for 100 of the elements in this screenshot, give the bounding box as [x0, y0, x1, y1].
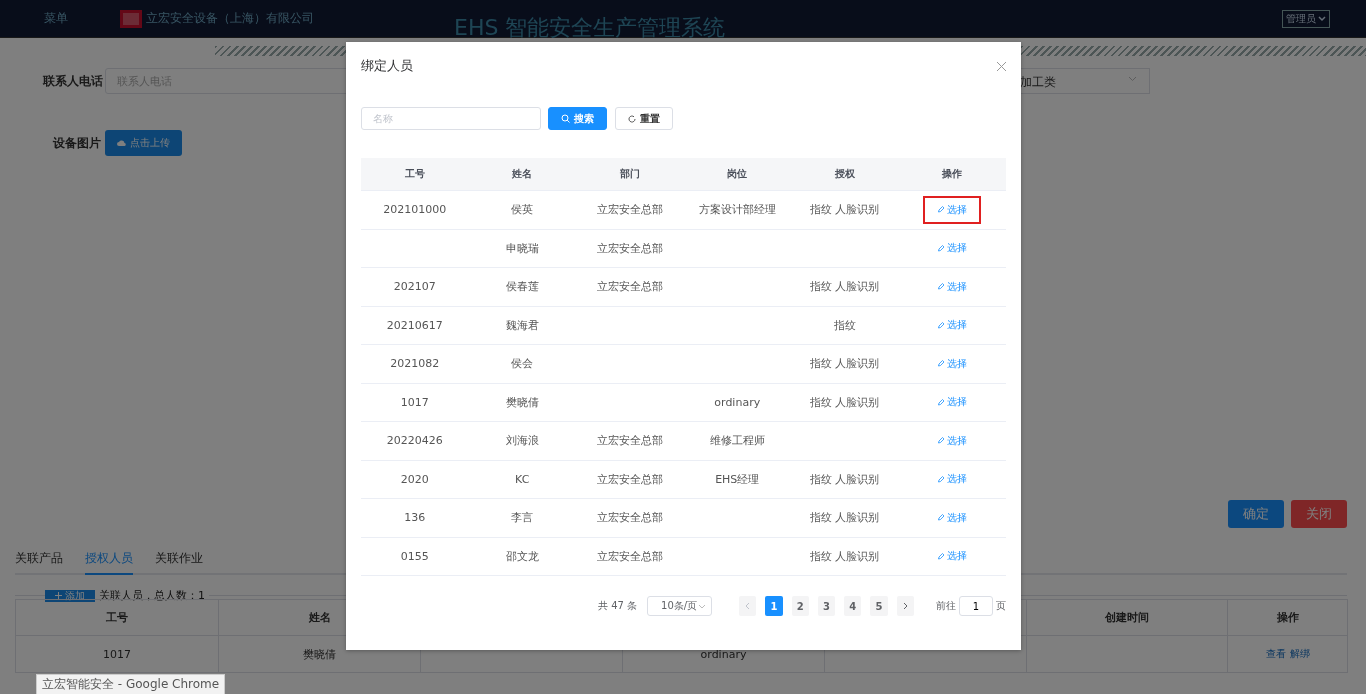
upload-button[interactable]: 点击上传 [105, 130, 182, 156]
table-cell: 立宏安全总部 [576, 537, 684, 576]
pencil-icon [937, 360, 946, 368]
chevron-down-icon [1318, 15, 1326, 22]
table-cell: 立宏安全总部 [576, 460, 684, 499]
page-button[interactable]: 5 [870, 596, 888, 616]
pencil-icon [937, 398, 946, 406]
table-cell: 20220426 [361, 422, 469, 461]
table-cell: 20210617 [361, 306, 469, 345]
page-suffix: 页 [996, 599, 1006, 613]
table-cell: 申晓瑞 [468, 229, 576, 268]
next-page-button[interactable] [896, 596, 914, 616]
search-icon [561, 114, 570, 123]
column-header: 授权 [791, 158, 899, 191]
table-cell: 立宏安全总部 [576, 499, 684, 538]
table-cell: 202107 [361, 268, 469, 307]
page-jump-field[interactable]: 1 [959, 596, 993, 616]
table-cell: 指纹 人脸识别 [791, 345, 899, 384]
table-cell: 指纹 人脸识别 [791, 537, 899, 576]
tab[interactable]: 关联产品 [15, 550, 63, 575]
select-link[interactable]: 选择 [937, 241, 968, 256]
table-cell: 指纹 人脸识别 [791, 499, 899, 538]
table-cell: 指纹 人脸识别 [791, 383, 899, 422]
table-cell: 2020 [361, 460, 469, 499]
chevron-down-icon [1128, 74, 1137, 83]
table-cell: KC [468, 460, 576, 499]
select-link[interactable]: 选择 [937, 472, 968, 487]
table-cell: 立宏安全总部 [576, 229, 684, 268]
column-header: 操作 [898, 158, 1006, 191]
plus-icon [55, 592, 62, 599]
select-link[interactable]: 选择 [937, 318, 968, 333]
table-cell: 指纹 人脸识别 [791, 268, 899, 307]
user-dropdown[interactable]: 管理员 [1282, 9, 1330, 28]
table-cell: 刘海浪 [468, 422, 576, 461]
table-cell: 樊晓倩 [468, 383, 576, 422]
table-cell: 魏海君 [468, 306, 576, 345]
table-cell: EHS经理 [683, 460, 791, 499]
column-header: 部门 [576, 158, 684, 191]
goto-label: 前往 [936, 599, 956, 613]
table-cell: 1017 [16, 636, 219, 673]
chevron-right-icon [902, 602, 908, 610]
column-header: 姓名 [468, 158, 576, 191]
table-cell: 指纹 [791, 306, 899, 345]
chevron-down-icon [697, 603, 706, 609]
pencil-icon [937, 206, 946, 214]
select-link[interactable]: 选择 [937, 549, 968, 564]
page-button[interactable]: 2 [791, 596, 809, 616]
app-title: EHS 智能安全生产管理系统 [454, 13, 726, 42]
menu-link[interactable]: 菜单 [44, 10, 68, 27]
select-link[interactable]: 选择 [937, 510, 968, 525]
cloud-icon [117, 139, 126, 147]
page-size-select[interactable]: 10条/页 [647, 596, 712, 616]
refresh-icon [628, 114, 636, 123]
field-label: 联系人电话 [43, 72, 104, 90]
pencil-icon [937, 475, 946, 483]
select-link[interactable]: 选择 [937, 356, 968, 371]
tab[interactable]: 授权人员 [85, 550, 133, 575]
pencil-icon [937, 321, 946, 329]
page-button[interactable]: 1 [765, 596, 783, 616]
table-cell: 方案设计部经理 [683, 191, 791, 230]
pencil-icon [937, 514, 946, 522]
select-link[interactable]: 选择 [937, 433, 968, 448]
table-header: 创建时间 [1027, 599, 1228, 636]
field-label: 设备图片 [53, 134, 102, 152]
select-link[interactable]: 选择 [937, 279, 968, 294]
column-header: 工号 [361, 158, 469, 191]
table-cell: 侯英 [468, 191, 576, 230]
page-button[interactable]: 4 [844, 596, 862, 616]
confirm-button[interactable]: 确定 [1228, 500, 1284, 528]
table-header: 操作 [1228, 599, 1348, 636]
pencil-icon [937, 437, 946, 445]
row-link[interactable]: 查看 [1265, 647, 1286, 661]
page-button[interactable]: 3 [817, 596, 836, 616]
table-cell: 邵文龙 [468, 537, 576, 576]
select-link[interactable]: 选择 [923, 195, 982, 224]
total-count: 共 47 条 [598, 599, 638, 613]
reset-button[interactable]: 重置 [615, 107, 673, 130]
table-cell: 李言 [468, 499, 576, 538]
table-cell: 立宏安全总部 [576, 268, 684, 307]
table-cell: 立宏安全总部 [576, 422, 684, 461]
close-icon[interactable] [997, 61, 1006, 71]
table-cell: 2021082 [361, 345, 469, 384]
search-button[interactable]: 搜索 [548, 107, 607, 130]
table-cell: ordinary [683, 383, 791, 422]
table-cell: 指纹 人脸识别 [791, 191, 899, 230]
table-cell: 侯春莲 [468, 268, 576, 307]
row-link[interactable]: 解绑 [1289, 647, 1310, 661]
table-cell: 维修工程师 [683, 422, 791, 461]
table-cell: 侯会 [468, 345, 576, 384]
chevron-left-icon [745, 602, 751, 610]
select-link[interactable]: 选择 [937, 395, 968, 410]
name-search-field[interactable]: 名称 [361, 107, 541, 130]
tab[interactable]: 关联作业 [155, 550, 203, 575]
prev-page-button[interactable] [739, 596, 757, 616]
table-cell: 202101000 [361, 191, 469, 230]
logo [120, 9, 142, 28]
close-button[interactable]: 关闭 [1291, 500, 1347, 528]
table-cell: 指纹 人脸识别 [791, 460, 899, 499]
table-cell: 136 [361, 499, 469, 538]
window-tooltip: 立宏智能安全 - Google Chrome [36, 674, 226, 694]
